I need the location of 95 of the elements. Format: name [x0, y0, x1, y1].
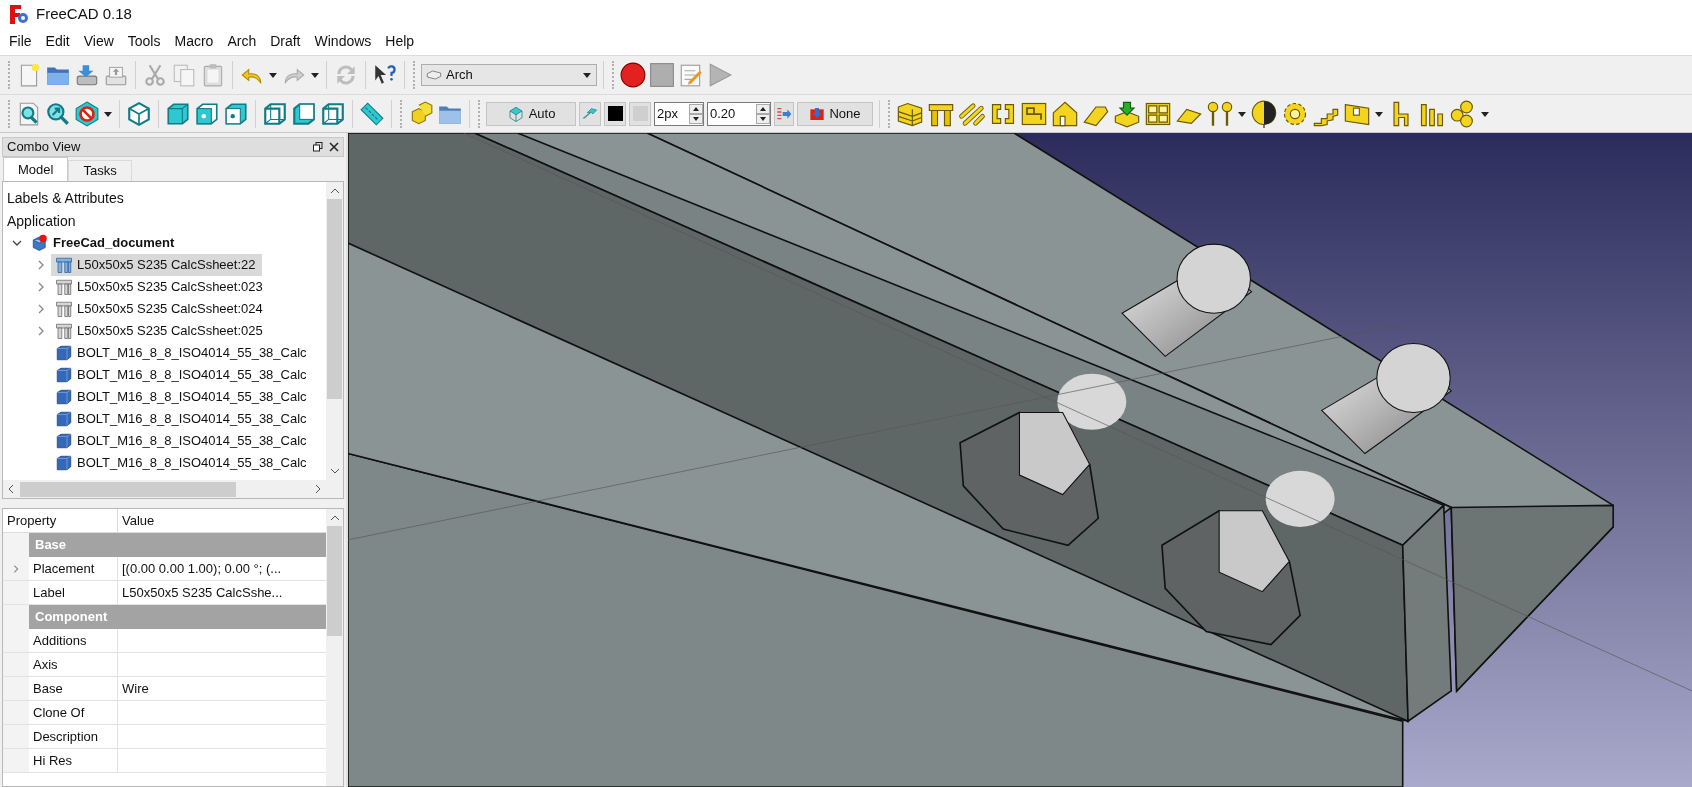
spin-arrows-icon[interactable] [689, 103, 703, 124]
property-value[interactable]: L50x50x5 S235 CalcSshe... [122, 582, 283, 603]
document-icon[interactable] [31, 234, 49, 252]
draw-style-icon[interactable] [74, 100, 100, 127]
spin-arrows-icon[interactable] [756, 103, 770, 124]
menu-item[interactable]: Windows [307, 31, 379, 52]
tree-item[interactable]: L50x50x5 S235 CalcSsheet:22 [51, 254, 262, 276]
autogroup-button[interactable]: None [797, 101, 873, 126]
working-plane-button[interactable]: Auto [486, 101, 576, 126]
cube-icon[interactable] [55, 454, 73, 472]
top-view-icon[interactable] [194, 100, 220, 127]
bottom-view-icon[interactable] [291, 100, 317, 127]
beam-icon[interactable] [55, 322, 73, 340]
property-name: Description [29, 725, 118, 748]
property-name: Additions [29, 629, 118, 652]
rear-view-icon[interactable] [262, 100, 288, 127]
scrollbar-thumb[interactable] [327, 199, 342, 399]
isometric-cube-icon[interactable] [126, 100, 152, 127]
undock-icon[interactable] [313, 142, 323, 152]
vertical-scrollbar[interactable] [326, 182, 343, 480]
tree-item[interactable]: BOLT_M16_8_8_ISO4014_55_38_Calc [51, 386, 313, 408]
cube-icon[interactable] [55, 410, 73, 428]
tree-item[interactable]: L50x50x5 S235 CalcSsheet:023 [51, 276, 269, 298]
section-plane-icon[interactable] [1250, 99, 1278, 128]
vertical-scrollbar[interactable] [326, 509, 343, 786]
tree-item[interactable]: L50x50x5 S235 CalcSsheet:024 [51, 298, 269, 320]
scrollbar-thumb[interactable] [20, 481, 236, 497]
horizontal-scrollbar[interactable] [3, 480, 343, 498]
tab[interactable]: Tasks [68, 160, 132, 181]
property-name: Axis [29, 653, 118, 676]
text-height-spinbox[interactable]: 0.20 [707, 101, 771, 126]
bars-arrow-icon [776, 105, 792, 122]
property-name: Base [29, 677, 118, 700]
menu-item[interactable]: File [2, 31, 39, 52]
cube-icon[interactable] [55, 344, 73, 362]
face-color-swatch[interactable] [629, 101, 651, 126]
menu-item[interactable]: Tools [120, 31, 168, 52]
menu-item[interactable]: Edit [38, 31, 77, 52]
group-header: Component [29, 605, 326, 629]
beam-icon[interactable] [55, 256, 73, 274]
app-logo-icon [8, 3, 30, 25]
beam-icon[interactable] [55, 300, 73, 318]
menu-item[interactable]: Macro [167, 31, 221, 52]
tree-header: Labels & Attributes [6, 188, 125, 208]
right-view-icon[interactable] [223, 100, 249, 127]
workbench-icon[interactable] [426, 67, 442, 83]
tree-item[interactable]: BOLT_M16_8_8_ISO4014_55_38_Calc [51, 342, 313, 364]
menu-item[interactable]: Help [378, 31, 422, 52]
tree-item[interactable]: BOLT_M16_8_8_ISO4014_55_38_Calc [51, 452, 313, 474]
property-name: Hi Res [29, 749, 118, 772]
tab[interactable]: Model [3, 157, 69, 181]
tree-item[interactable]: BOLT_M16_8_8_ISO4014_55_38_Calc [51, 408, 313, 430]
window-title: FreeCAD 0.18 [36, 3, 132, 24]
arrow-icon [582, 105, 598, 122]
column-header[interactable]: Property [3, 509, 118, 532]
house-icon[interactable] [1051, 99, 1079, 128]
column-header[interactable]: Value [118, 509, 326, 532]
record-icon[interactable] [620, 62, 646, 88]
line-color-button[interactable] [579, 101, 601, 126]
fit-selection-icon[interactable] [45, 100, 71, 127]
apply-style-button[interactable] [774, 101, 794, 126]
property-name: Placement [29, 557, 118, 580]
save-icon[interactable] [74, 62, 100, 88]
ruler-icon[interactable] [359, 100, 385, 127]
close-icon[interactable] [329, 142, 339, 152]
scrollbar-thumb[interactable] [327, 526, 342, 636]
line-width-spinbox[interactable]: 2px [654, 101, 704, 126]
down-arrow-folder-icon [809, 105, 826, 122]
tree-root-label: Application [6, 211, 77, 231]
chevron-right-icon[interactable] [11, 563, 21, 574]
cube-icon[interactable] [55, 432, 73, 450]
front-view-icon[interactable] [165, 100, 191, 127]
property-value[interactable]: Wire [122, 678, 149, 699]
menu-item[interactable]: View [76, 31, 121, 52]
left-view-icon[interactable] [320, 100, 346, 127]
cube-icon[interactable] [55, 388, 73, 406]
property-name: Clone Of [29, 701, 118, 724]
menu-item[interactable]: Draft [263, 31, 308, 52]
plane-icon [506, 104, 525, 123]
cube-icon[interactable] [55, 366, 73, 384]
pins-icon[interactable] [1206, 99, 1234, 128]
steel-connection-drawing[interactable] [348, 133, 1692, 787]
workbench-dropdown[interactable]: Arch [421, 64, 597, 86]
panel-title: Combo View [7, 138, 81, 157]
line-color-swatch[interactable] [604, 101, 626, 126]
property-value[interactable]: [(0.00 0.00 1.00); 0.00 °; (... [122, 558, 282, 579]
tree-item[interactable]: L50x50x5 S235 CalcSsheet:025 [51, 320, 269, 342]
tree-item[interactable]: FreeCad_document [27, 232, 181, 254]
group-header: Base [29, 533, 326, 557]
tree-item[interactable]: BOLT_M16_8_8_ISO4014_55_38_Calc [51, 364, 313, 386]
box-down-arrow-icon[interactable] [1113, 99, 1141, 128]
beam-icon[interactable] [55, 278, 73, 296]
tree-item[interactable]: BOLT_M16_8_8_ISO4014_55_38_Calc [51, 430, 313, 452]
menu-item[interactable]: Arch [220, 31, 264, 52]
property-name: Label [29, 581, 118, 604]
